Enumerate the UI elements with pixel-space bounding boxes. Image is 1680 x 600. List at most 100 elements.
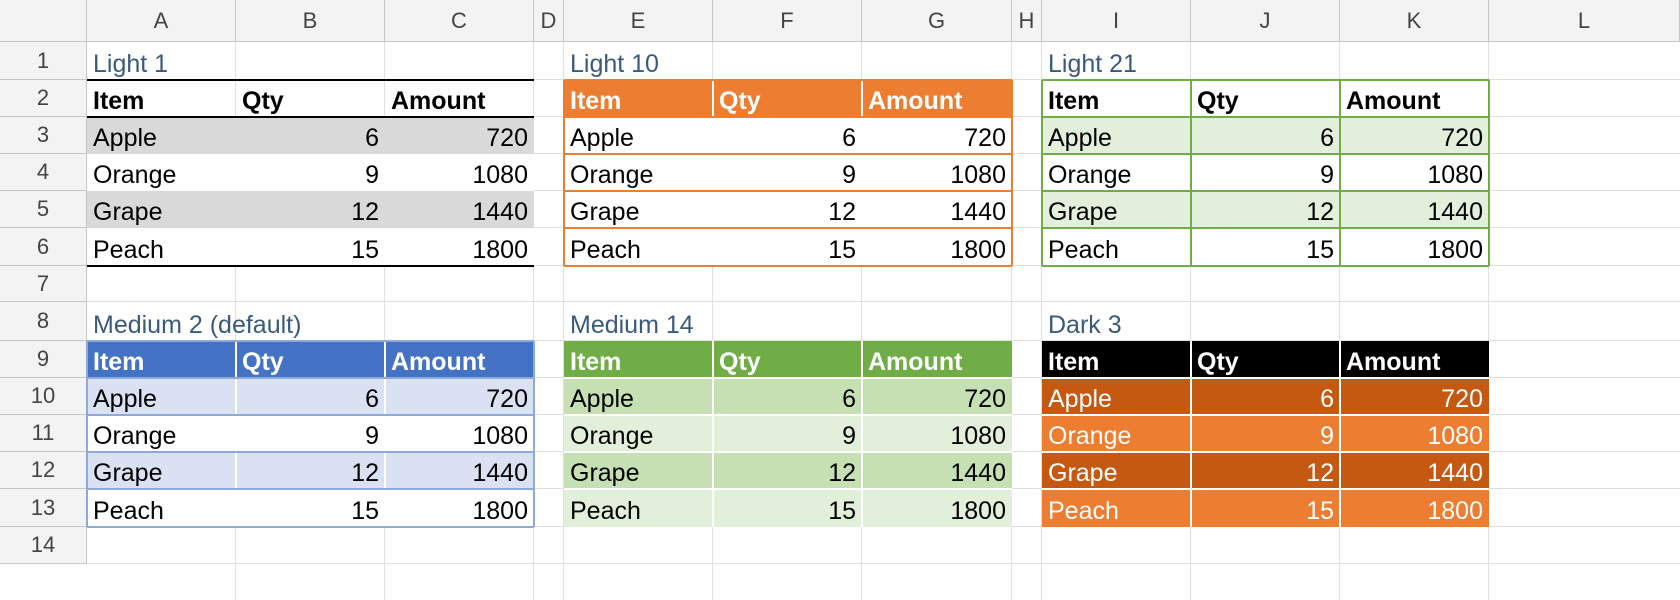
row-header-7[interactable]: 7 bbox=[0, 266, 87, 302]
table-cell-item[interactable]: Apple bbox=[87, 378, 236, 415]
table-cell-item[interactable]: Orange bbox=[1042, 415, 1191, 452]
table-cell-qty[interactable]: 12 bbox=[1191, 452, 1340, 489]
table-cell-qty[interactable]: 6 bbox=[1191, 378, 1340, 415]
table-cell-qty[interactable]: 15 bbox=[713, 228, 862, 266]
row-header-3[interactable]: 3 bbox=[0, 117, 87, 154]
column-header-l[interactable]: L bbox=[1489, 0, 1680, 42]
table-header-cell[interactable]: Amount bbox=[1340, 341, 1489, 378]
table-cell-item[interactable]: Peach bbox=[1042, 228, 1191, 266]
table-cell-qty[interactable]: 6 bbox=[236, 378, 385, 415]
table-cell-amount[interactable]: 1440 bbox=[862, 191, 1012, 228]
table-cell-qty[interactable]: 15 bbox=[713, 489, 862, 527]
table-cell-amount[interactable]: 1440 bbox=[1340, 452, 1489, 489]
table-header-cell[interactable]: Item bbox=[1042, 80, 1191, 117]
table-cell-amount[interactable]: 1800 bbox=[862, 489, 1012, 527]
table-cell-item[interactable]: Peach bbox=[1042, 489, 1191, 527]
table-title[interactable]: Dark 3 bbox=[1042, 302, 1489, 341]
table-cell-qty[interactable]: 15 bbox=[1191, 489, 1340, 527]
table-header-cell[interactable]: Item bbox=[87, 341, 236, 378]
row-header-14[interactable]: 14 bbox=[0, 527, 87, 564]
table-cell-qty[interactable]: 6 bbox=[236, 117, 385, 154]
table-cell-amount[interactable]: 1440 bbox=[385, 452, 534, 489]
table-cell-amount[interactable]: 720 bbox=[1340, 117, 1489, 154]
table-title[interactable]: Light 21 bbox=[1042, 42, 1489, 80]
table-cell-qty[interactable]: 6 bbox=[1191, 117, 1340, 154]
table-cell-amount[interactable]: 1800 bbox=[862, 228, 1012, 266]
column-header-d[interactable]: D bbox=[534, 0, 564, 42]
table-cell-item[interactable]: Apple bbox=[564, 117, 713, 154]
table-cell-item[interactable]: Peach bbox=[87, 489, 236, 527]
table-title[interactable]: Light 1 bbox=[87, 42, 534, 80]
table-cell-item[interactable]: Grape bbox=[1042, 191, 1191, 228]
table-header-cell[interactable]: Amount bbox=[385, 341, 534, 378]
table-header-cell[interactable]: Item bbox=[87, 80, 236, 117]
row-header-13[interactable]: 13 bbox=[0, 489, 87, 527]
table-cell-item[interactable]: Peach bbox=[564, 489, 713, 527]
table-cell-item[interactable]: Apple bbox=[1042, 378, 1191, 415]
column-header-f[interactable]: F bbox=[713, 0, 862, 42]
table-cell-item[interactable]: Apple bbox=[564, 378, 713, 415]
table-cell-qty[interactable]: 9 bbox=[236, 415, 385, 452]
row-header-8[interactable]: 8 bbox=[0, 302, 87, 341]
table-cell-qty[interactable]: 6 bbox=[713, 117, 862, 154]
table-title[interactable]: Light 10 bbox=[564, 42, 1012, 80]
table-cell-item[interactable]: Apple bbox=[1042, 117, 1191, 154]
table-cell-item[interactable]: Grape bbox=[87, 452, 236, 489]
table-cell-item[interactable]: Apple bbox=[87, 117, 236, 154]
column-header-h[interactable]: H bbox=[1012, 0, 1042, 42]
column-header-a[interactable]: A bbox=[87, 0, 236, 42]
column-header-e[interactable]: E bbox=[564, 0, 713, 42]
column-header-b[interactable]: B bbox=[236, 0, 385, 42]
table-cell-item[interactable]: Grape bbox=[1042, 452, 1191, 489]
table-header-cell[interactable]: Qty bbox=[1191, 341, 1340, 378]
row-header-11[interactable]: 11 bbox=[0, 415, 87, 452]
table-cell-amount[interactable]: 720 bbox=[385, 117, 534, 154]
table-cell-item[interactable]: Orange bbox=[1042, 154, 1191, 191]
table-header-cell[interactable]: Qty bbox=[713, 341, 862, 378]
table-header-cell[interactable]: Amount bbox=[862, 80, 1012, 117]
row-header-5[interactable]: 5 bbox=[0, 191, 87, 228]
table-cell-qty[interactable]: 15 bbox=[1191, 228, 1340, 266]
row-header-6[interactable]: 6 bbox=[0, 228, 87, 266]
row-header-9[interactable]: 9 bbox=[0, 341, 87, 378]
table-header-cell[interactable]: Item bbox=[564, 80, 713, 117]
table-cell-amount[interactable]: 1080 bbox=[862, 154, 1012, 191]
row-header-12[interactable]: 12 bbox=[0, 452, 87, 489]
table-cell-amount[interactable]: 1080 bbox=[1340, 415, 1489, 452]
table-cell-item[interactable]: Grape bbox=[564, 191, 713, 228]
table-header-cell[interactable]: Qty bbox=[236, 80, 385, 117]
table-cell-item[interactable]: Orange bbox=[564, 154, 713, 191]
table-cell-amount[interactable]: 1080 bbox=[862, 415, 1012, 452]
table-cell-qty[interactable]: 9 bbox=[236, 154, 385, 191]
table-cell-qty[interactable]: 12 bbox=[236, 191, 385, 228]
table-cell-qty[interactable]: 15 bbox=[236, 489, 385, 527]
select-all-corner[interactable] bbox=[0, 0, 87, 42]
table-cell-amount[interactable]: 1080 bbox=[1340, 154, 1489, 191]
table-cell-qty[interactable]: 12 bbox=[713, 452, 862, 489]
table-cell-amount[interactable]: 720 bbox=[862, 378, 1012, 415]
table-header-cell[interactable]: Qty bbox=[236, 341, 385, 378]
table-cell-amount[interactable]: 1800 bbox=[385, 228, 534, 266]
table-cell-amount[interactable]: 720 bbox=[1340, 378, 1489, 415]
table-cell-amount[interactable]: 1440 bbox=[385, 191, 534, 228]
table-cell-qty[interactable]: 15 bbox=[236, 228, 385, 266]
row-header-2[interactable]: 2 bbox=[0, 80, 87, 117]
table-header-cell[interactable]: Item bbox=[564, 341, 713, 378]
table-title[interactable]: Medium 2 (default) bbox=[87, 302, 534, 341]
row-header-10[interactable]: 10 bbox=[0, 378, 87, 415]
table-header-cell[interactable]: Amount bbox=[385, 80, 534, 117]
table-cell-qty[interactable]: 9 bbox=[1191, 154, 1340, 191]
table-cell-item[interactable]: Peach bbox=[87, 228, 236, 266]
table-cell-qty[interactable]: 6 bbox=[713, 378, 862, 415]
column-header-g[interactable]: G bbox=[862, 0, 1012, 42]
table-cell-qty[interactable]: 9 bbox=[713, 154, 862, 191]
table-cell-item[interactable]: Orange bbox=[564, 415, 713, 452]
table-cell-qty[interactable]: 12 bbox=[236, 452, 385, 489]
table-header-cell[interactable]: Qty bbox=[713, 80, 862, 117]
table-cell-qty[interactable]: 9 bbox=[1191, 415, 1340, 452]
column-header-c[interactable]: C bbox=[385, 0, 534, 42]
column-header-k[interactable]: K bbox=[1340, 0, 1489, 42]
table-cell-amount[interactable]: 1800 bbox=[1340, 489, 1489, 527]
table-header-cell[interactable]: Amount bbox=[1340, 80, 1489, 117]
table-header-cell[interactable]: Amount bbox=[862, 341, 1012, 378]
